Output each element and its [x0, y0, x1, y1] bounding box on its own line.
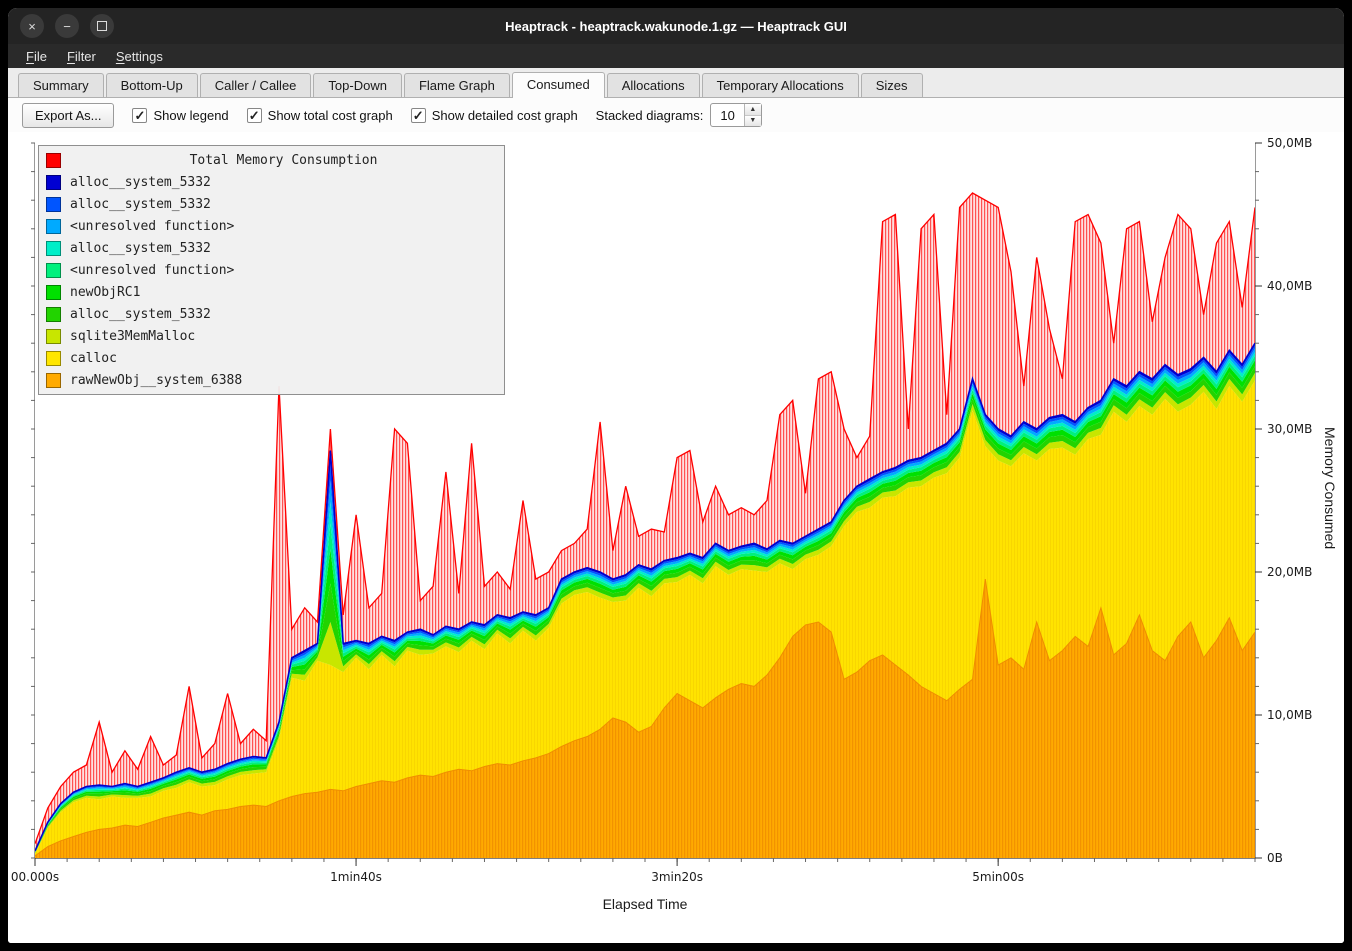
legend-swatch	[46, 351, 61, 366]
legend-item: alloc__system_5332	[39, 303, 504, 325]
legend-label: alloc__system_5332	[70, 197, 211, 212]
legend-label: calloc	[70, 351, 117, 366]
legend-label: alloc__system_5332	[70, 241, 211, 256]
legend-item: sqlite3MemMalloc	[39, 325, 504, 347]
checkbox-box-icon: ✓	[411, 108, 426, 123]
legend-swatch	[46, 263, 61, 278]
menu-filter[interactable]: Filter	[57, 46, 106, 67]
y-tick-label: 40,0MB	[1267, 279, 1312, 293]
minimize-icon: −	[63, 20, 71, 33]
titlebar: × − Heaptrack - heaptrack.wakunode.1.gz …	[8, 8, 1344, 44]
checkbox-show-legend[interactable]: ✓ Show legend	[132, 108, 228, 123]
checkbox-label: Show total cost graph	[268, 108, 393, 123]
menu-file[interactable]: File	[16, 46, 57, 67]
legend-swatch	[46, 285, 61, 300]
y-tick-label: 0B	[1267, 851, 1283, 865]
stacked-diagrams-group: Stacked diagrams: 10 ▲ ▼	[596, 103, 762, 127]
legend-item: alloc__system_5332	[39, 171, 504, 193]
menu-settings[interactable]: Settings	[106, 46, 173, 67]
maximize-icon	[97, 21, 107, 31]
tab-top-down[interactable]: Top-Down	[313, 73, 402, 97]
tab-summary[interactable]: Summary	[18, 73, 104, 97]
spinner-down-icon[interactable]: ▼	[745, 116, 761, 127]
legend-item: rawNewObj__system_6388	[39, 369, 504, 391]
checkbox-label: Show detailed cost graph	[432, 108, 578, 123]
tab-flame-graph[interactable]: Flame Graph	[404, 73, 510, 97]
legend-swatch	[46, 373, 61, 388]
legend-label: <unresolved function>	[70, 219, 234, 234]
legend-swatch	[46, 153, 61, 168]
spinner-buttons: ▲ ▼	[744, 104, 761, 126]
maximize-button[interactable]	[90, 14, 114, 38]
tab-temporary-allocations[interactable]: Temporary Allocations	[702, 73, 859, 97]
y-tick-label: 20,0MB	[1267, 565, 1312, 579]
legend-item: <unresolved function>	[39, 259, 504, 281]
tab-allocations[interactable]: Allocations	[607, 73, 700, 97]
legend-label: alloc__system_5332	[70, 175, 211, 190]
legend-swatch	[46, 329, 61, 344]
x-tick-label: 1min40s	[330, 870, 382, 884]
close-icon: ×	[28, 20, 36, 33]
minimize-button[interactable]: −	[55, 14, 79, 38]
legend-item: newObjRC1	[39, 281, 504, 303]
legend-label: sqlite3MemMalloc	[70, 329, 195, 344]
legend-label: <unresolved function>	[70, 263, 234, 278]
window-controls: × −	[20, 14, 114, 38]
legend-swatch	[46, 307, 61, 322]
stacked-diagrams-label: Stacked diagrams:	[596, 108, 704, 123]
y-tick-label: 10,0MB	[1267, 708, 1312, 722]
tab-sizes[interactable]: Sizes	[861, 73, 923, 97]
checkbox-box-icon: ✓	[132, 108, 147, 123]
stacked-diagrams-spinner[interactable]: 10 ▲ ▼	[710, 103, 761, 127]
legend-label: alloc__system_5332	[70, 307, 211, 322]
tab-caller-callee[interactable]: Caller / Callee	[200, 73, 312, 97]
checkbox-box-icon: ✓	[247, 108, 262, 123]
y-tick-label: 50,0MB	[1267, 136, 1312, 150]
legend-label: Total Memory Consumption	[70, 153, 497, 168]
legend-item: alloc__system_5332	[39, 237, 504, 259]
y-tick-label: 30,0MB	[1267, 422, 1312, 436]
legend-swatch	[46, 241, 61, 256]
window-title: Heaptrack - heaptrack.wakunode.1.gz — He…	[8, 19, 1344, 34]
app-window: × − Heaptrack - heaptrack.wakunode.1.gz …	[8, 8, 1344, 943]
y-axis-title: Memory Consumed	[1322, 427, 1338, 549]
toolbar-checkboxes: ✓ Show legend ✓ Show total cost graph ✓ Show …	[132, 108, 577, 123]
spinner-value: 10	[711, 104, 743, 126]
checkbox-show-total-cost-graph[interactable]: ✓ Show total cost graph	[247, 108, 393, 123]
chart-legend: Total Memory Consumption alloc__system_53…	[38, 145, 505, 395]
checkbox-show-detailed-cost-graph[interactable]: ✓ Show detailed cost graph	[411, 108, 578, 123]
tabbar: SummaryBottom-UpCaller / CalleeTop-DownF…	[8, 68, 1344, 98]
chart-area: 00.000s 1min40s 3min20s 5min00s 0B 10,0MB 20,0…	[8, 132, 1344, 943]
legend-swatch	[46, 175, 61, 190]
toolbar: Export As... ✓ Show legend ✓ Show total cos…	[8, 98, 1344, 132]
close-button[interactable]: ×	[20, 14, 44, 38]
legend-item: <unresolved function>	[39, 215, 504, 237]
checkbox-label: Show legend	[153, 108, 228, 123]
legend-label: newObjRC1	[70, 285, 140, 300]
legend-swatch	[46, 219, 61, 234]
x-tick-label: 3min20s	[651, 870, 703, 884]
menubar: FileFilterSettings	[8, 44, 1344, 68]
spinner-up-icon[interactable]: ▲	[745, 104, 761, 116]
export-as-button[interactable]: Export As...	[22, 103, 114, 128]
legend-item: alloc__system_5332	[39, 193, 504, 215]
legend-item: calloc	[39, 347, 504, 369]
legend-title-row: Total Memory Consumption	[39, 149, 504, 171]
tab-bottom-up[interactable]: Bottom-Up	[106, 73, 198, 97]
x-tick-label: 00.000s	[11, 870, 59, 884]
legend-swatch	[46, 197, 61, 212]
legend-label: rawNewObj__system_6388	[70, 373, 242, 388]
tab-consumed[interactable]: Consumed	[512, 72, 605, 98]
x-tick-label: 5min00s	[972, 870, 1024, 884]
x-axis-title: Elapsed Time	[35, 896, 1255, 912]
